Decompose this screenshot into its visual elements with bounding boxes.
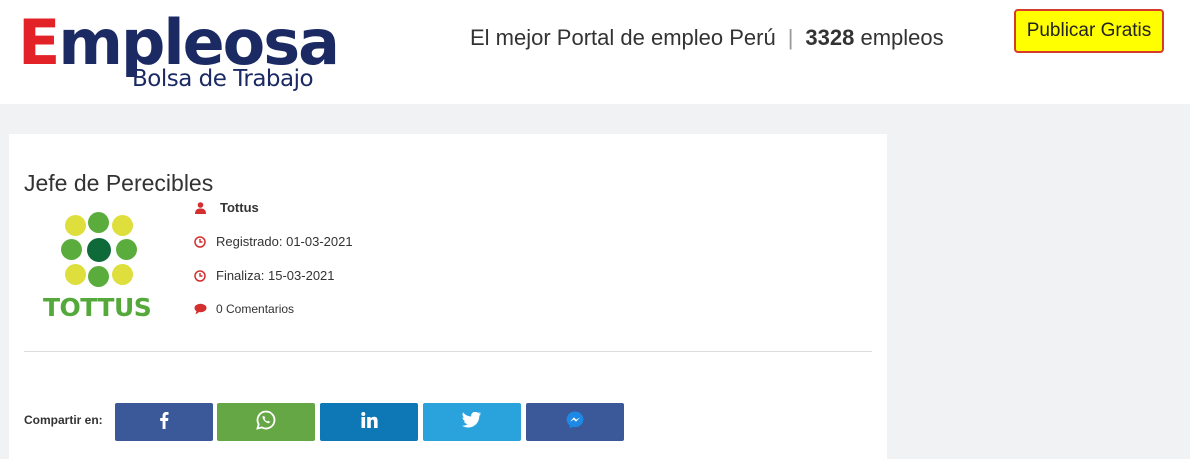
empleosa-logo[interactable]: Empleosa Bolsa de Trabajo	[18, 6, 340, 98]
registered-row: Registrado: 01-03-2021	[193, 234, 353, 249]
logo-letter-e: E	[18, 6, 60, 79]
clock-icon	[193, 269, 207, 283]
logo-dot	[87, 238, 111, 262]
twitter-icon	[462, 411, 482, 433]
logo-dot	[65, 215, 86, 236]
logo-dot	[88, 212, 109, 233]
share-whatsapp-button[interactable]	[217, 403, 315, 441]
logo-dot	[112, 215, 133, 236]
logo-dot	[88, 266, 109, 287]
end-date: Finaliza: 15-03-2021	[216, 268, 335, 283]
company-logo-text: TOTTUS	[43, 293, 152, 322]
logo-dot	[112, 264, 133, 285]
company-logo: TOTTUS	[41, 210, 165, 322]
comment-icon	[193, 302, 207, 316]
job-count-suffix: empleos	[860, 25, 944, 50]
comments-row: 0 Comentarios	[193, 302, 294, 316]
share-facebook-button[interactable]	[115, 403, 213, 441]
company-row: Tottus	[193, 200, 259, 215]
clock-icon	[193, 235, 207, 249]
publish-free-button[interactable]: Publicar Gratis	[1014, 9, 1164, 53]
logo-dot	[116, 239, 137, 260]
job-count: 3328	[805, 25, 855, 50]
ends-row: Finaliza: 15-03-2021	[193, 268, 335, 283]
tagline-separator: |	[787, 25, 794, 50]
registered-date: Registrado: 01-03-2021	[216, 234, 353, 249]
tagline: El mejor Portal de empleo Perú | 3328 empl…	[470, 24, 944, 52]
job-title: Jefe de Perecibles	[24, 170, 214, 196]
messenger-icon	[566, 411, 584, 434]
share-label: Compartir en:	[24, 413, 103, 427]
logo-subtitle: Bolsa de Trabajo	[132, 66, 314, 92]
share-twitter-button[interactable]	[423, 403, 521, 441]
whatsapp-icon	[256, 410, 276, 435]
logo-dot	[65, 264, 86, 285]
company-name[interactable]: Tottus	[220, 200, 259, 215]
linkedin-icon	[360, 411, 378, 433]
facebook-icon	[159, 411, 169, 434]
user-icon	[193, 201, 207, 215]
share-messenger-button[interactable]	[526, 403, 624, 441]
job-card: Jefe de Perecibles TOTTUS Tottus Registr…	[9, 134, 887, 459]
logo-dot	[61, 239, 82, 260]
share-linkedin-button[interactable]	[320, 403, 418, 441]
tagline-text: El mejor Portal de empleo Perú	[470, 25, 776, 50]
divider	[24, 351, 872, 352]
site-header: Empleosa Bolsa de Trabajo El mejor Porta…	[0, 0, 1190, 104]
comments-count[interactable]: 0 Comentarios	[216, 302, 294, 316]
